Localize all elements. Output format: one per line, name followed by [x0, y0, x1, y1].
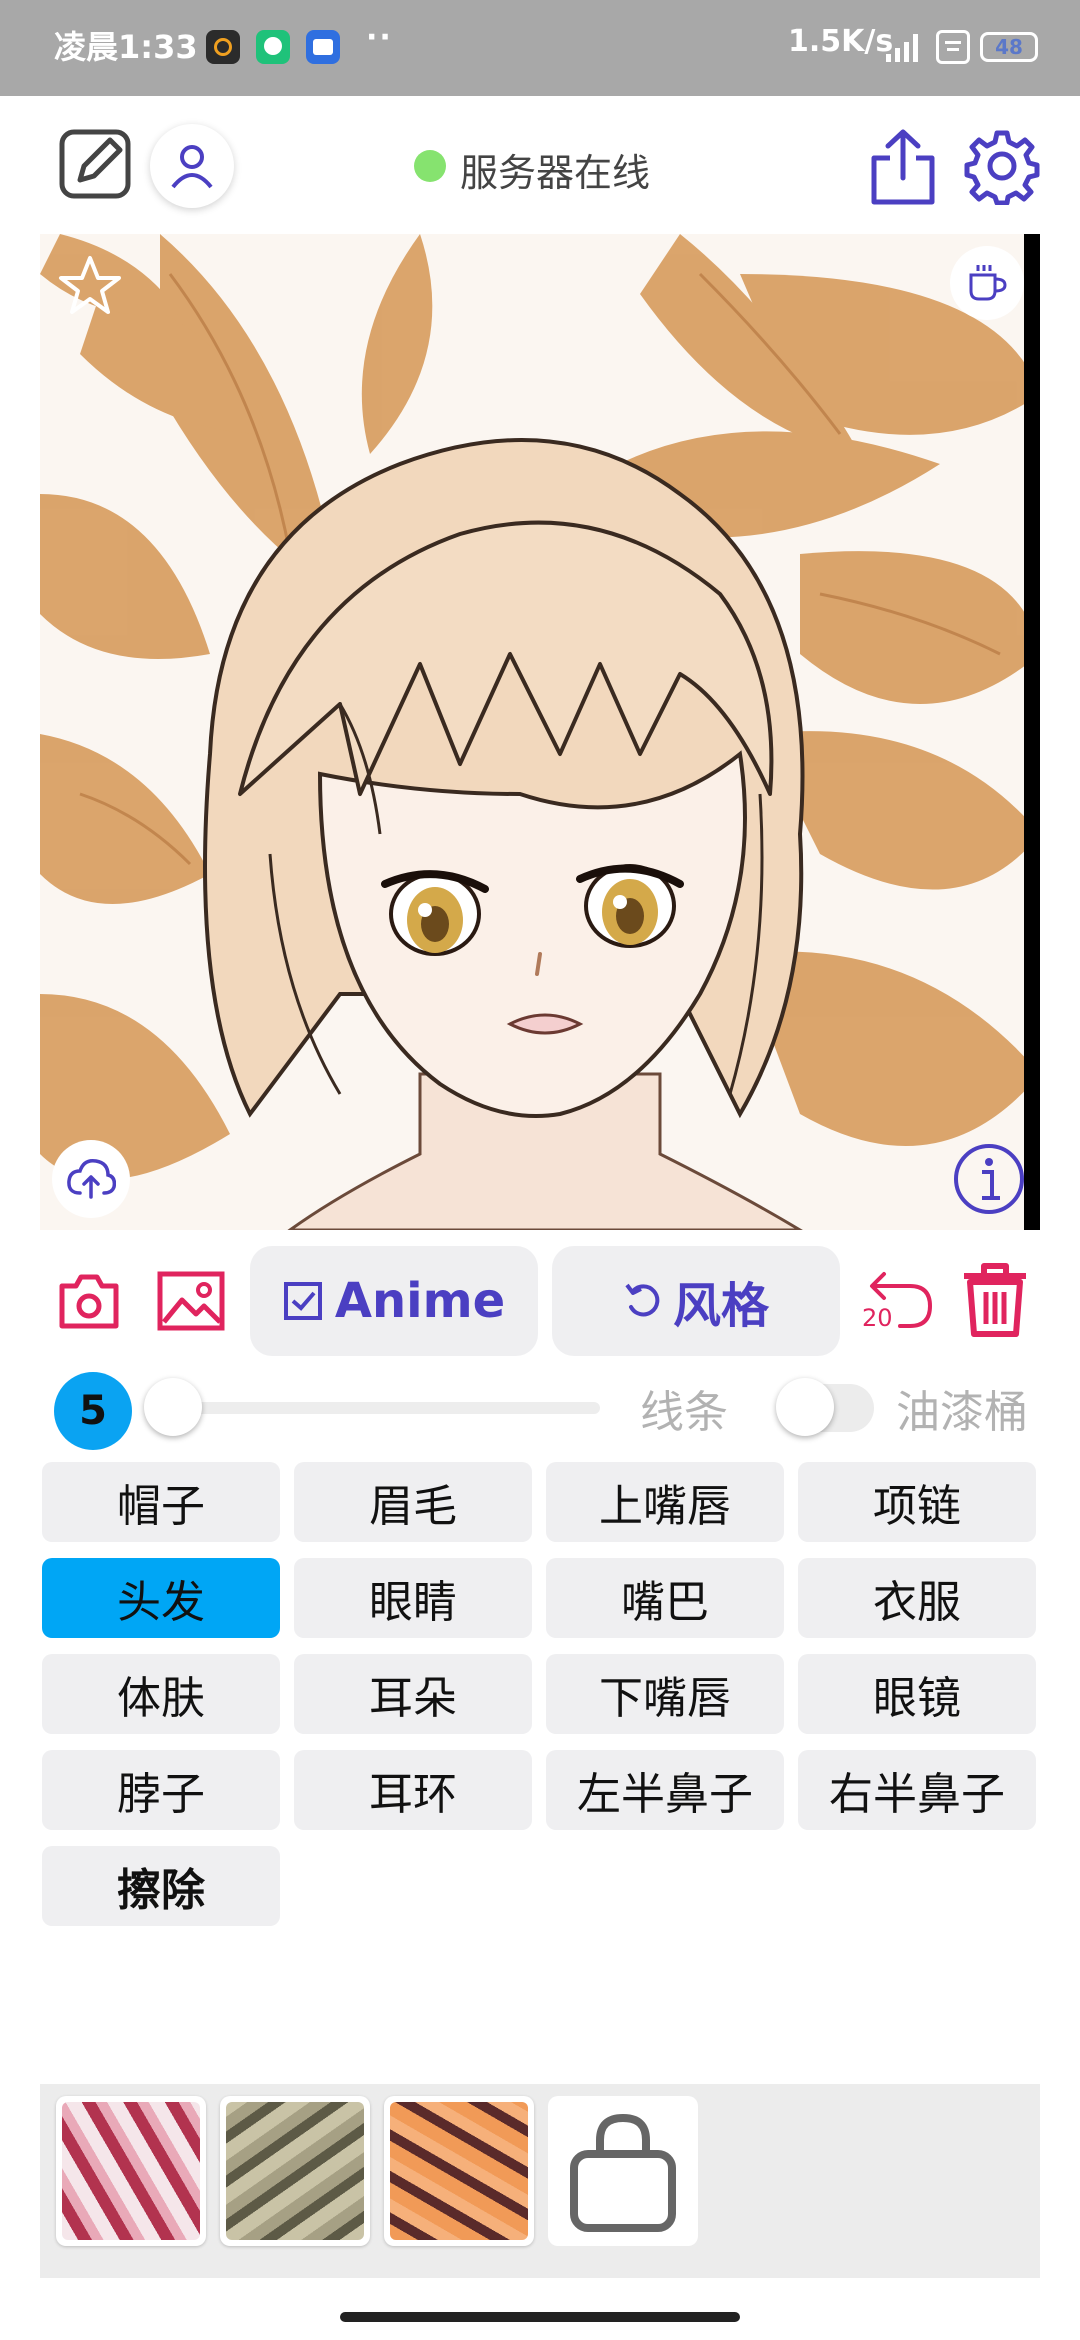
part-button-glasses[interactable]: 眼镜: [798, 1654, 1036, 1734]
gallery-image-icon[interactable]: [156, 1268, 226, 1334]
style-label: 风格: [672, 1278, 769, 1334]
part-button-clothes[interactable]: 衣服: [798, 1558, 1036, 1638]
part-button-earring[interactable]: 耳环: [294, 1750, 532, 1830]
favorite-star-icon[interactable]: [58, 254, 122, 318]
part-button-erase[interactable]: 擦除: [42, 1846, 280, 1926]
image-edge: [1024, 234, 1040, 1230]
style-swatch-red[interactable]: [56, 2096, 206, 2246]
part-button-neck[interactable]: 脖子: [42, 1750, 280, 1830]
battery-level: 48: [995, 35, 1023, 59]
more-notifications-indicator: ··: [366, 20, 393, 55]
status-time: 凌晨1:33: [54, 28, 198, 66]
camera-icon[interactable]: [56, 1268, 122, 1334]
swatch-texture: [226, 2102, 364, 2240]
server-status: 服务器在线: [460, 151, 651, 195]
line-mode-label: 线条: [640, 1387, 728, 1438]
part-button-necklace[interactable]: 项链: [798, 1462, 1036, 1542]
part-button-mouth[interactable]: 嘴巴: [546, 1558, 784, 1638]
network-speed: 1.5K/s: [788, 24, 894, 59]
translate-app-icon: [306, 30, 340, 64]
info-icon[interactable]: [952, 1142, 1026, 1216]
undo-button[interactable]: 20: [860, 1264, 934, 1336]
edit-icon[interactable]: [58, 126, 134, 202]
battery-icon: 48: [980, 32, 1038, 62]
app-notification-icon: [206, 30, 240, 64]
checkbox-icon: [283, 1282, 322, 1320]
swatch-texture: [62, 2102, 200, 2240]
style-swatch-locked[interactable]: [548, 2096, 698, 2246]
coffee-icon[interactable]: [950, 246, 1024, 320]
part-button-skin[interactable]: 体肤: [42, 1654, 280, 1734]
part-button-ear[interactable]: 耳朵: [294, 1654, 532, 1734]
wifi-icon: [936, 30, 970, 64]
brush-size-badge: 5: [54, 1372, 132, 1450]
style-palette: [40, 2084, 1040, 2278]
part-button-upper-lip[interactable]: 上嘴唇: [546, 1462, 784, 1542]
style-button[interactable]: 风格: [552, 1246, 840, 1356]
upload-cloud-icon[interactable]: [52, 1140, 130, 1218]
server-status-dot: [414, 150, 446, 182]
model-label: Anime: [334, 1273, 506, 1329]
part-button-right-nose[interactable]: 右半鼻子: [798, 1750, 1036, 1830]
signal-icon: [886, 32, 926, 62]
anime-portrait: [40, 234, 1040, 1230]
rotate-icon: [625, 1283, 660, 1317]
part-button-lower-lip[interactable]: 下嘴唇: [546, 1654, 784, 1734]
settings-gear-icon[interactable]: [962, 126, 1042, 206]
user-icon[interactable]: [150, 124, 234, 208]
share-icon[interactable]: [866, 124, 940, 208]
part-button-eyebrow[interactable]: 眉毛: [294, 1462, 532, 1542]
slider-thumb[interactable]: [144, 1378, 202, 1436]
model-select-button[interactable]: Anime: [250, 1246, 538, 1356]
generated-anime-image[interactable]: [40, 234, 1040, 1230]
swatch-texture: [390, 2102, 528, 2240]
brush-size-slider[interactable]: [170, 1402, 600, 1414]
part-button-eye[interactable]: 眼睛: [294, 1558, 532, 1638]
part-button-left-nose[interactable]: 左半鼻子: [546, 1750, 784, 1830]
toggle-thumb[interactable]: [776, 1378, 834, 1436]
status-bar: 凌晨1:33 ·· 1.5K/s 48: [0, 0, 1080, 96]
trash-icon[interactable]: [960, 1262, 1030, 1338]
undo-count: 20: [862, 1304, 893, 1332]
style-swatch-orange[interactable]: [384, 2096, 534, 2246]
paint-bucket-label: 油漆桶: [896, 1387, 1028, 1438]
part-button-hat[interactable]: 帽子: [42, 1462, 280, 1542]
style-swatch-olive[interactable]: [220, 2096, 370, 2246]
part-button-hair[interactable]: 头发: [42, 1558, 280, 1638]
home-indicator[interactable]: [340, 2312, 740, 2322]
lock-bag-icon: [570, 2113, 676, 2232]
chat-app-icon: [256, 30, 290, 64]
